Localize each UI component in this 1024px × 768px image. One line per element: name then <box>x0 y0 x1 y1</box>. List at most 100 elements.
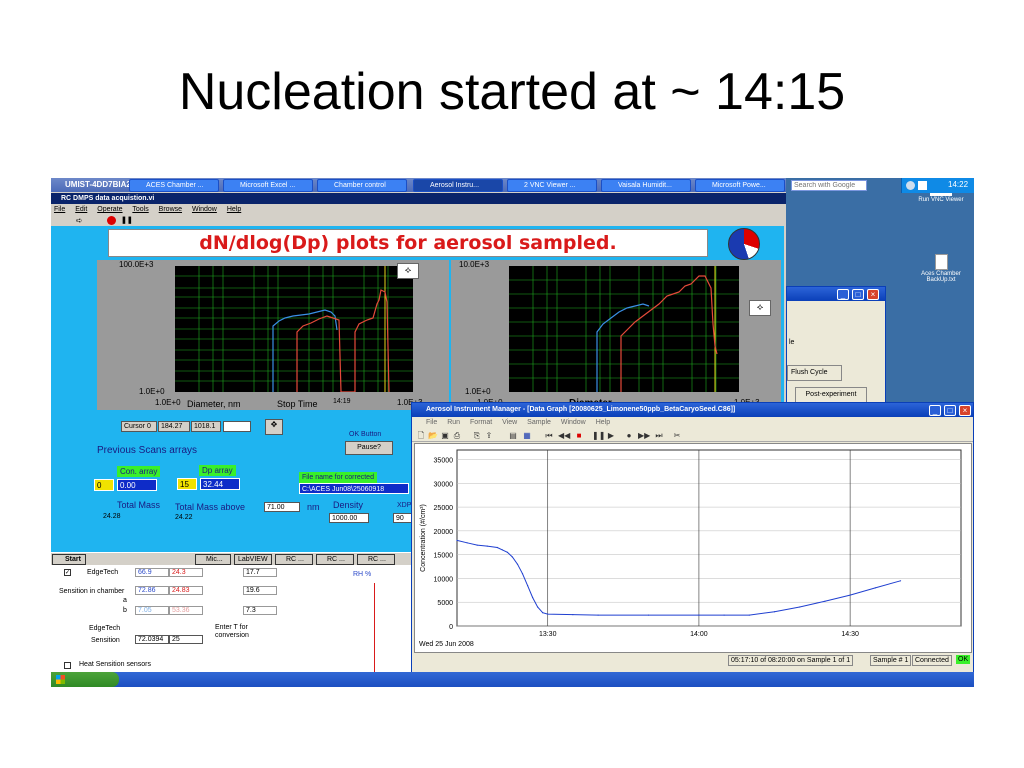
run-arrow-icon[interactable]: ➪ <box>76 216 83 225</box>
cursor-move-icon[interactable]: ✥ <box>265 419 283 435</box>
xdp-label: XDP <box>397 502 412 509</box>
taskbar-aerosol-instrument[interactable]: Aerosol Instru... <box>413 179 503 192</box>
vnc-task-5[interactable]: RC ... <box>357 554 395 565</box>
last-sample-icon[interactable]: ⏭ <box>654 431 664 440</box>
stop-icon[interactable]: ■ <box>574 431 584 440</box>
taskbar-powerpoint[interactable]: Microsoft Powe... <box>695 179 785 192</box>
excel-row-b-label: b <box>123 607 127 614</box>
taskbar-aces-chamber[interactable]: ACES Chamber ... <box>129 179 219 192</box>
aim-menu-file[interactable]: File <box>426 419 437 426</box>
aim-menu-run[interactable]: Run <box>447 419 460 426</box>
taskbar-vaisala[interactable]: Vaisala Humidit... <box>601 179 691 192</box>
rewind-icon[interactable]: ◀◀ <box>558 431 570 440</box>
vnc-task-3[interactable]: RC ... <box>275 554 313 565</box>
excel-sensition-input-2[interactable]: 25 <box>169 635 203 644</box>
concentration-data-point <box>501 549 503 551</box>
taskbar-excel[interactable]: Microsoft Excel ... <box>223 179 313 192</box>
xp-start-button[interactable] <box>51 672 119 687</box>
aim-menu-help[interactable]: Help <box>596 419 610 426</box>
abort-icon[interactable] <box>107 216 116 225</box>
file-name-field[interactable]: C:\ACES Jun08\25060918 <box>299 483 409 494</box>
copy-icon[interactable]: ⎘ <box>472 431 482 440</box>
tray-network-icon[interactable] <box>906 181 915 190</box>
taskbar-chamber-control[interactable]: Chamber control <box>317 179 407 192</box>
right-plot-zoom-icon[interactable]: ⟡ <box>749 300 771 316</box>
print-icon[interactable]: ⎙ <box>452 431 462 440</box>
aim-maximize-button[interactable]: □ <box>944 405 956 416</box>
concentration-data-point <box>773 611 776 613</box>
excel-row-edgetech-label: EdgeTech <box>87 569 119 576</box>
menu-file[interactable]: File <box>54 206 65 213</box>
excel-sensition-input-1[interactable]: 72.0394 <box>135 635 169 644</box>
cursor-y[interactable]: 1018.1 <box>191 421 221 432</box>
excel-rh-label: RH % <box>353 571 372 578</box>
right-dndlogdp-plot: 10.0E+3 1.0E+0 1.0E+0 1.0E+3 <box>451 260 781 410</box>
menu-browse[interactable]: Browse <box>159 206 182 213</box>
xp-taskbar: start <box>51 672 974 687</box>
dp-array-index[interactable]: 15 <box>177 478 197 490</box>
right-plot-ymin: 1.0E+0 <box>465 387 491 396</box>
google-search-input[interactable] <box>791 180 867 191</box>
total-mass-above-label: Total Mass above <box>175 502 246 512</box>
pause-button[interactable]: Pause? <box>345 441 393 455</box>
tray-vnc-icon[interactable] <box>918 181 927 190</box>
labview-toolbar: ➪ ❚❚ <box>51 215 786 226</box>
post-experiment-button[interactable]: Post-experiment <box>795 387 867 403</box>
flush-cycle-label[interactable]: Flush Cycle <box>787 365 842 381</box>
scissors-icon[interactable]: ✂ <box>672 431 682 440</box>
new-file-icon[interactable]: 🗋 <box>416 431 426 440</box>
cursor-controls-icon[interactable] <box>223 421 251 432</box>
cursor-name[interactable]: Cursor 0 <box>121 421 157 432</box>
record-icon[interactable]: ● <box>624 431 634 440</box>
density-label: Density <box>333 500 364 510</box>
con-array-index[interactable]: 0 <box>94 479 114 491</box>
vnc-task-4[interactable]: RC ... <box>316 554 354 565</box>
open-folder-icon[interactable]: 📂 <box>428 431 438 440</box>
remote-desktop-screen: V2 Run VNC Viewer Aces Chamber BackUp.tx… <box>51 178 974 687</box>
taskbar-vnc-viewer[interactable]: 2 VNC Viewer ... <box>507 179 597 192</box>
graph-icon[interactable]: ▤ <box>508 431 518 440</box>
aces-backup-file-shortcut[interactable]: Aces Chamber BackUp.txt <box>909 254 973 294</box>
aim-graph-panel: 0 5000 10000 15000 20000 25000 30000 35000 13:30… <box>414 443 972 653</box>
menu-operate[interactable]: Operate <box>97 206 122 213</box>
aim-close-button[interactable]: × <box>959 405 971 416</box>
aim-minimize-button[interactable]: _ <box>929 405 941 416</box>
cursor-x[interactable]: 184.27 <box>158 421 190 432</box>
pause-icon[interactable]: ❚❚ <box>121 216 133 224</box>
menu-window[interactable]: Window <box>192 206 217 213</box>
excel-checkbox-heat[interactable] <box>64 662 71 669</box>
aim-menu-window[interactable]: Window <box>561 419 586 426</box>
total-mass-label: Total Mass <box>117 500 161 510</box>
export-icon[interactable]: ⇪ <box>484 431 494 440</box>
labview-menubar: File Edit Operate Tools Browse Window He… <box>54 205 249 214</box>
chamber-close-button[interactable]: × <box>867 289 879 300</box>
chamber-maximize-button[interactable]: □ <box>852 289 864 300</box>
aim-titlebar: Aerosol Instrument Manager - [Data Graph… <box>412 403 973 417</box>
vnc-task-2[interactable]: LabVIEW <box>234 554 272 565</box>
vnc-start-button[interactable]: Start <box>52 554 86 565</box>
dp-array-label: Dp array <box>199 465 236 476</box>
xdp-value[interactable]: 90 <box>393 513 413 523</box>
density-value[interactable]: 1000.00 <box>329 513 369 523</box>
aim-menu-format[interactable]: Format <box>470 419 492 426</box>
play-icon[interactable]: ▶ <box>606 431 616 440</box>
table-icon[interactable]: ▦ <box>522 431 532 440</box>
fast-forward-icon[interactable]: ▶▶ <box>638 431 650 440</box>
aim-menu-sample[interactable]: Sample <box>527 419 551 426</box>
excel-edgetech-v1: 66.9 <box>135 568 169 577</box>
menu-edit[interactable]: Edit <box>75 206 87 213</box>
left-plot-ymax: 100.0E+3 <box>119 260 154 269</box>
aim-pause-icon[interactable]: ❚❚ <box>592 431 605 440</box>
left-plot-zoom-icon[interactable]: ⟡ <box>397 263 419 279</box>
vnc-task-1[interactable]: Mic... <box>195 554 231 565</box>
excel-checkbox-1[interactable]: ✓ <box>64 569 71 576</box>
aim-menu-view[interactable]: View <box>502 419 517 426</box>
chamber-minimize-button[interactable]: _ <box>837 289 849 300</box>
first-sample-icon[interactable]: ⏮ <box>544 431 554 440</box>
menu-tools[interactable]: Tools <box>132 206 148 213</box>
save-icon[interactable]: ▣ <box>440 431 450 440</box>
total-mass-above-threshold[interactable]: 71.00 <box>264 502 300 512</box>
concentration-data-point <box>521 573 524 575</box>
excel-b-v3: 7.3 <box>243 606 277 615</box>
menu-help[interactable]: Help <box>227 206 241 213</box>
